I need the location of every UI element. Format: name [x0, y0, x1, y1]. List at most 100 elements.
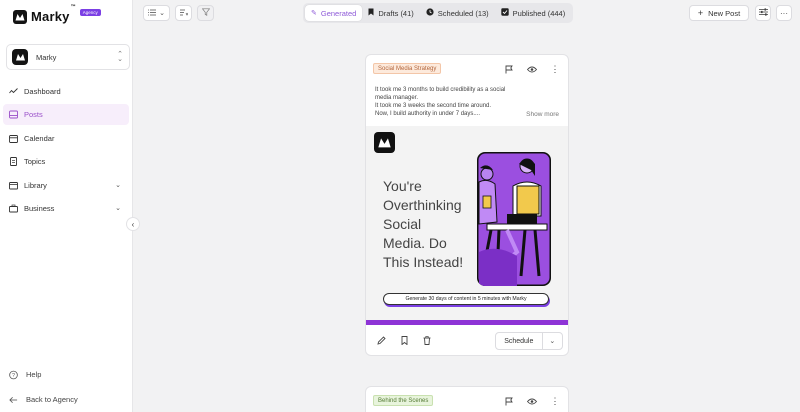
more-vertical-icon: ⋮ — [550, 395, 560, 406]
sidebar-item-label: Posts — [24, 110, 43, 119]
eye-icon — [527, 398, 537, 404]
back-to-agency-link[interactable]: Back to Agency — [9, 395, 78, 404]
flag-icon — [505, 65, 513, 73]
chevron-down-icon: ⌄ — [115, 181, 121, 189]
tab-drafts[interactable]: Drafts (41) — [362, 5, 419, 21]
headline-line: Media. Do — [383, 235, 447, 251]
headline-line: This Instead! — [383, 254, 464, 270]
sidebar-nav: Dashboard Posts Calendar Topics Library — [0, 78, 132, 219]
clock-icon — [426, 8, 434, 18]
card-menu-button[interactable]: ⋮ — [549, 395, 561, 407]
tab-generated[interactable]: ✎ Generated — [305, 5, 363, 21]
bookmark-icon[interactable] — [401, 336, 408, 347]
tab-label: Drafts — [378, 8, 399, 18]
back-label: Back to Agency — [26, 395, 78, 404]
list-icon — [148, 9, 157, 18]
sidebar-item-business[interactable]: Business ⌄ — [3, 198, 129, 219]
creative-cta-pill: Generate 30 days of content in 5 minutes… — [383, 293, 549, 305]
chevron-updown-icon: ⌃ ⌄ — [117, 51, 123, 63]
help-circle-icon: ? — [9, 370, 18, 379]
brand-name: Marky™ — [31, 4, 76, 24]
library-icon — [9, 181, 18, 190]
tab-count: (13) — [475, 8, 489, 18]
help-label: Help — [26, 370, 42, 379]
workspace-logo-icon — [12, 49, 28, 65]
brand-name-text: Marky — [31, 9, 70, 24]
workspace-name: Marky — [36, 52, 57, 62]
sidebar-item-label: Topics — [24, 157, 46, 166]
sidebar-item-label: Library — [24, 180, 47, 190]
sidebar-item-label: Business — [24, 204, 55, 213]
preview-button[interactable] — [526, 395, 538, 407]
collapse-sidebar-button[interactable]: ‹ — [126, 217, 140, 231]
workspace-switcher[interactable]: Marky ⌃ ⌄ — [6, 44, 130, 70]
filter-button[interactable] — [197, 5, 214, 21]
brand-tm: ™ — [70, 4, 76, 10]
headline-line: You're — [383, 178, 422, 194]
eye-icon — [527, 66, 537, 72]
chevron-left-icon: ‹ — [131, 219, 135, 229]
more-options-button[interactable]: ··· — [776, 5, 792, 21]
caption-line: media manager. — [375, 95, 419, 101]
sidebar-item-calendar[interactable]: Calendar — [3, 128, 129, 149]
sidebar-item-posts[interactable]: Posts — [3, 104, 129, 125]
headline-line: Social — [383, 216, 422, 232]
sparkle-icon: ✎ — [311, 10, 317, 17]
card-menu-button[interactable]: ⋮ — [549, 63, 561, 75]
sidebar-item-label: Dashboard — [24, 86, 61, 96]
agency-badge: Agency — [79, 9, 101, 16]
briefcase-icon — [9, 204, 18, 213]
tab-label: Scheduled — [437, 8, 474, 18]
sidebar-item-dashboard[interactable]: Dashboard — [3, 81, 129, 102]
document-icon — [9, 157, 18, 166]
post-card[interactable]: Social Media Strategy ⋮ It took me 3 mon… — [365, 54, 569, 356]
activity-icon — [9, 87, 18, 96]
sidebar-item-library[interactable]: Library ⌄ — [3, 175, 129, 196]
chevron-down-icon: ⌄ — [159, 10, 165, 17]
post-card[interactable]: Behind the Scenes ⋮ — [365, 386, 569, 412]
post-card-footer: Schedule ⌄ — [366, 325, 568, 355]
sidebar-item-label: Calendar — [24, 133, 55, 143]
bookmark-icon — [368, 8, 374, 18]
chevron-down-icon: ⌄ — [115, 205, 121, 212]
sidebar: Marky™ Agency Marky ⌃ ⌄ Dashboard Posts C — [0, 0, 133, 412]
view-mode-dropdown[interactable]: ⌄ — [143, 5, 170, 21]
sidebar-item-topics[interactable]: Topics — [3, 151, 129, 172]
preview-button[interactable] — [526, 63, 538, 75]
tab-label: Generated — [320, 8, 357, 18]
more-horizontal-icon: ··· — [780, 8, 788, 18]
arrow-left-icon — [9, 395, 18, 404]
topic-tag[interactable]: Social Media Strategy — [373, 63, 442, 74]
trash-icon[interactable] — [423, 336, 431, 347]
topic-tag[interactable]: Behind the Scenes — [373, 395, 434, 406]
edit-pencil-icon[interactable] — [377, 336, 386, 347]
tab-scheduled[interactable]: Scheduled (13) — [420, 5, 495, 21]
creative-headline: You're Overthinking Social Media. Do Thi… — [383, 177, 478, 272]
new-post-button[interactable]: + New Post — [689, 5, 749, 21]
schedule-options-chevron-icon[interactable]: ⌄ — [543, 337, 562, 345]
help-link[interactable]: ? Help — [9, 370, 41, 379]
tab-label: Published — [512, 8, 546, 18]
caption-line: It took me 3 weeks the second time aroun… — [375, 103, 492, 109]
flag-button[interactable] — [503, 395, 515, 407]
tab-published[interactable]: Published (444) — [495, 5, 572, 21]
sort-button[interactable] — [175, 5, 192, 21]
marky-logo-icon — [13, 9, 27, 24]
headline-line: Overthinking — [383, 197, 462, 213]
new-post-label: New Post — [708, 8, 741, 18]
flag-button[interactable] — [503, 63, 515, 75]
post-status-tabs: ✎ Generated Drafts (41) Scheduled (13) P… — [303, 3, 574, 23]
flag-icon — [505, 397, 513, 405]
filter-icon — [201, 8, 210, 18]
marky-logo-icon — [374, 132, 395, 153]
settings-sliders-button[interactable] — [755, 5, 771, 21]
post-creative-image: You're Overthinking Social Media. Do Thi… — [366, 126, 568, 325]
caption-line: It took me 3 months to build credibility… — [375, 87, 506, 93]
schedule-button[interactable]: Schedule — [496, 333, 543, 349]
brand[interactable]: Marky™ Agency — [13, 4, 101, 24]
more-vertical-icon: ⋮ — [550, 63, 560, 74]
calendar-icon — [9, 134, 18, 143]
tab-count: (41) — [400, 8, 414, 18]
show-more-link[interactable]: Show more — [526, 111, 559, 118]
sort-list-icon — [179, 9, 188, 18]
